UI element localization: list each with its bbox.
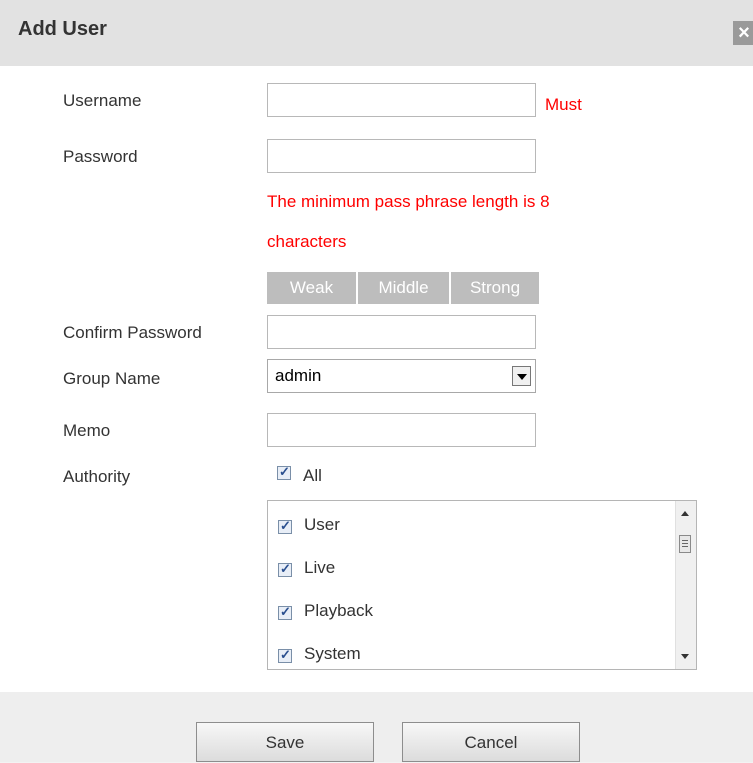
close-icon[interactable]: ×: [733, 21, 753, 45]
password-hint-line1: The minimum pass phrase length is 8: [267, 192, 550, 211]
cancel-button[interactable]: Cancel: [402, 722, 580, 762]
memo-label: Memo: [63, 421, 111, 440]
scroll-down-icon[interactable]: [681, 654, 689, 659]
authority-item-label: Playback: [304, 601, 373, 620]
username-input[interactable]: [267, 83, 536, 117]
checkmark-icon[interactable]: [278, 604, 292, 620]
dialog-title: Add User: [18, 18, 107, 40]
dialog-footer: [0, 692, 753, 762]
add-user-dialog: Add User × Username Must Password The mi…: [0, 0, 753, 762]
confirm-password-input[interactable]: [267, 315, 536, 349]
authority-label: Authority: [63, 467, 131, 486]
username-required-note: Must: [545, 95, 582, 114]
strength-weak: Weak: [267, 272, 358, 304]
authority-all-checkbox[interactable]: [277, 464, 291, 480]
password-strength-meter: Weak Middle Strong: [267, 272, 539, 304]
username-label: Username: [63, 91, 142, 110]
authority-item-label: Live: [304, 558, 336, 577]
authority-item-live[interactable]: Live: [268, 548, 663, 590]
password-input[interactable]: [267, 139, 536, 173]
checkmark-icon[interactable]: [278, 647, 292, 663]
confirm-password-label: Confirm Password: [63, 323, 202, 342]
save-button[interactable]: Save: [196, 722, 374, 762]
group-name-select[interactable]: admin: [267, 359, 536, 393]
authority-item-user[interactable]: User: [268, 505, 663, 547]
authority-item-label: System: [304, 644, 361, 663]
authority-list-scrollbar[interactable]: [675, 501, 696, 669]
chevron-down-icon[interactable]: [512, 366, 531, 386]
scroll-thumb[interactable]: [679, 535, 691, 553]
checkmark-icon[interactable]: [278, 518, 292, 534]
password-label: Password: [63, 147, 138, 166]
group-name-value: admin: [275, 366, 322, 385]
scroll-up-icon[interactable]: [681, 511, 689, 516]
dialog-titlebar: Add User ×: [0, 0, 753, 66]
memo-input[interactable]: [267, 413, 536, 447]
authority-item-label: User: [304, 515, 340, 534]
strength-strong: Strong: [451, 272, 539, 304]
authority-all-label: All: [303, 466, 322, 485]
authority-item-system[interactable]: System: [268, 634, 663, 669]
password-hint-line2: characters: [267, 232, 347, 251]
strength-middle: Middle: [358, 272, 451, 304]
group-name-label: Group Name: [63, 369, 161, 388]
authority-list[interactable]: User Live Playback System: [267, 500, 697, 670]
checkmark-icon[interactable]: [278, 561, 292, 577]
authority-item-playback[interactable]: Playback: [268, 591, 663, 633]
